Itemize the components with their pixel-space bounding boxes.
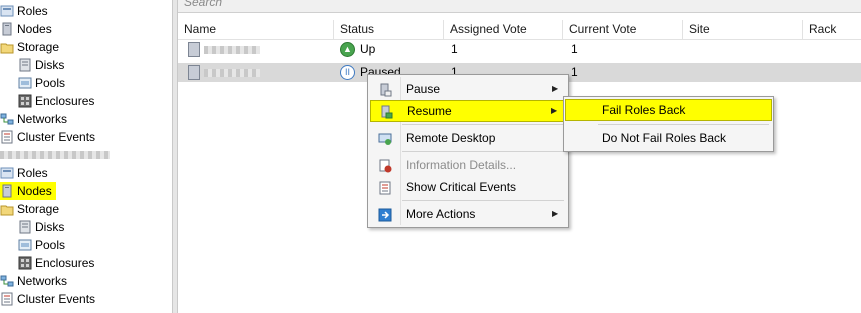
node-icon [188, 42, 200, 57]
tree-item-pools[interactable]: Pools [18, 236, 65, 254]
redacted-node-name [204, 68, 260, 77]
menu-separator [402, 151, 564, 152]
menu-item-resume[interactable]: Resume ▶ [370, 100, 566, 122]
status-up-icon: ▲ [340, 42, 355, 57]
tree-item-disks[interactable]: Disks [18, 218, 64, 236]
redacted-cluster-name [0, 151, 110, 159]
current-vote-cell: 1 [571, 65, 578, 79]
menu-separator [402, 200, 564, 201]
information-details-icon [378, 158, 392, 173]
column-header-current-vote[interactable]: Current Vote [563, 20, 683, 39]
node-name-cell [188, 40, 260, 59]
column-header-name[interactable]: Name [178, 20, 334, 39]
pools-icon [18, 238, 32, 252]
resume-node-icon [379, 104, 393, 119]
navigation-tree: Roles Nodes Storage Disks Pools Enclosur… [0, 0, 170, 313]
menu-separator [402, 124, 564, 125]
pause-node-icon [378, 82, 392, 97]
nodes-icon [0, 184, 14, 198]
status-cell: ▲ Up [340, 40, 375, 59]
critical-events-icon [378, 180, 392, 195]
current-vote-cell: 1 [571, 42, 578, 56]
tree-item-enclosures[interactable]: Enclosures [18, 92, 94, 110]
menu-item-information-details: Information Details... [370, 154, 566, 176]
table-row[interactable]: ▲ Up 1 1 [178, 40, 861, 59]
tree-item-nodes-selected[interactable]: Nodes [0, 182, 56, 200]
resume-submenu: Fail Roles Back Do Not Fail Roles Back [563, 96, 774, 152]
node-context-menu: Pause ▶ Resume ▶ Remote Desktop Informat… [367, 74, 569, 228]
tree-item-enclosures[interactable]: Enclosures [18, 254, 94, 272]
search-bar[interactable]: Search [178, 0, 861, 13]
menu-item-pause[interactable]: Pause ▶ [370, 78, 566, 100]
enclosures-icon [18, 94, 32, 108]
node-icon [188, 65, 200, 80]
menu-separator [598, 124, 769, 125]
networks-icon [0, 112, 14, 126]
tree-item-nodes[interactable]: Nodes [0, 20, 52, 38]
tree-item-networks[interactable]: Networks [0, 272, 67, 290]
menu-item-do-not-fail-roles-back[interactable]: Do Not Fail Roles Back [566, 127, 771, 149]
assigned-vote-cell: 1 [451, 42, 458, 56]
tree-item-cluster-events[interactable]: Cluster Events [0, 128, 95, 146]
roles-icon [0, 166, 14, 180]
tree-item-pools[interactable]: Pools [18, 74, 65, 92]
menu-item-remote-desktop[interactable]: Remote Desktop [370, 127, 566, 149]
tree-item-networks[interactable]: Networks [0, 110, 67, 128]
storage-icon [0, 202, 14, 216]
tree-item-cluster-events[interactable]: Cluster Events [0, 290, 95, 308]
redacted-node-name [204, 45, 260, 54]
menu-item-show-critical-events[interactable]: Show Critical Events [370, 176, 566, 198]
nodes-highlight: Nodes [0, 182, 56, 200]
column-header-assigned-vote[interactable]: Assigned Vote [444, 20, 563, 39]
nodes-icon [0, 22, 14, 36]
cluster-events-icon [0, 130, 14, 144]
tree-item-storage[interactable]: Storage [0, 200, 59, 218]
cluster-events-icon [0, 292, 14, 306]
roles-icon [0, 4, 14, 18]
disks-icon [18, 58, 32, 72]
storage-icon [0, 40, 14, 54]
column-header-status[interactable]: Status [334, 20, 444, 39]
tree-item-storage[interactable]: Storage [0, 38, 59, 56]
column-header-site[interactable]: Site [683, 20, 803, 39]
pools-icon [18, 76, 32, 90]
tree-item-roles[interactable]: Roles [0, 2, 48, 20]
networks-icon [0, 274, 14, 288]
menu-item-more-actions[interactable]: More Actions ▶ [370, 203, 566, 225]
more-actions-icon [378, 207, 392, 222]
submenu-arrow-icon: ▶ [552, 209, 559, 218]
disks-icon [18, 220, 32, 234]
menu-item-fail-roles-back[interactable]: Fail Roles Back [565, 99, 772, 121]
column-header-rack[interactable]: Rack [803, 20, 861, 39]
table-header: Name Status Assigned Vote Current Vote S… [178, 20, 861, 40]
search-input[interactable]: Search [184, 0, 222, 9]
tree-item-cluster[interactable] [0, 146, 110, 164]
node-name-cell [188, 63, 260, 82]
tree-item-disks[interactable]: Disks [18, 56, 64, 74]
tree-item-roles[interactable]: Roles [0, 164, 48, 182]
enclosures-icon [18, 256, 32, 270]
status-paused-icon: II [340, 65, 355, 80]
remote-desktop-icon [378, 131, 392, 145]
